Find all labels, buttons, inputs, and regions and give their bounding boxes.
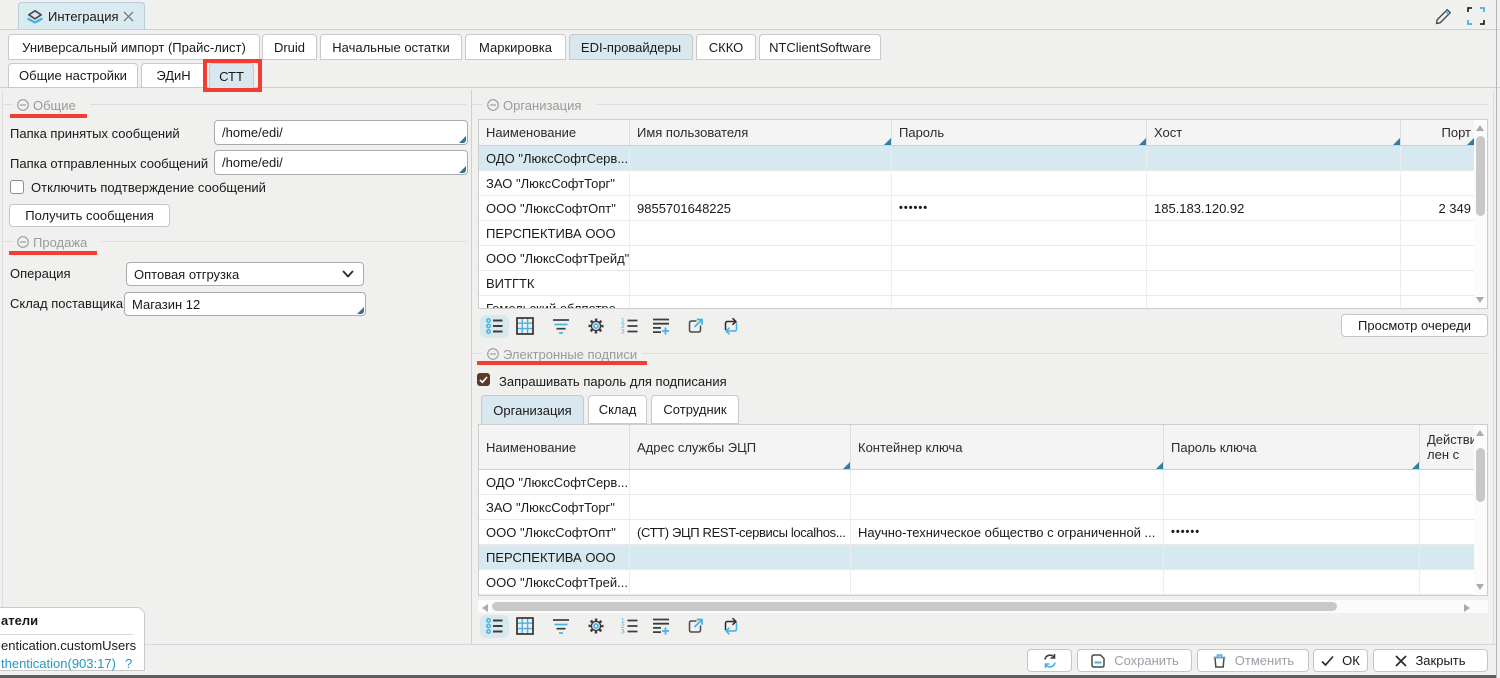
svg-text:3: 3 — [621, 629, 625, 635]
svg-text:3: 3 — [621, 329, 625, 335]
